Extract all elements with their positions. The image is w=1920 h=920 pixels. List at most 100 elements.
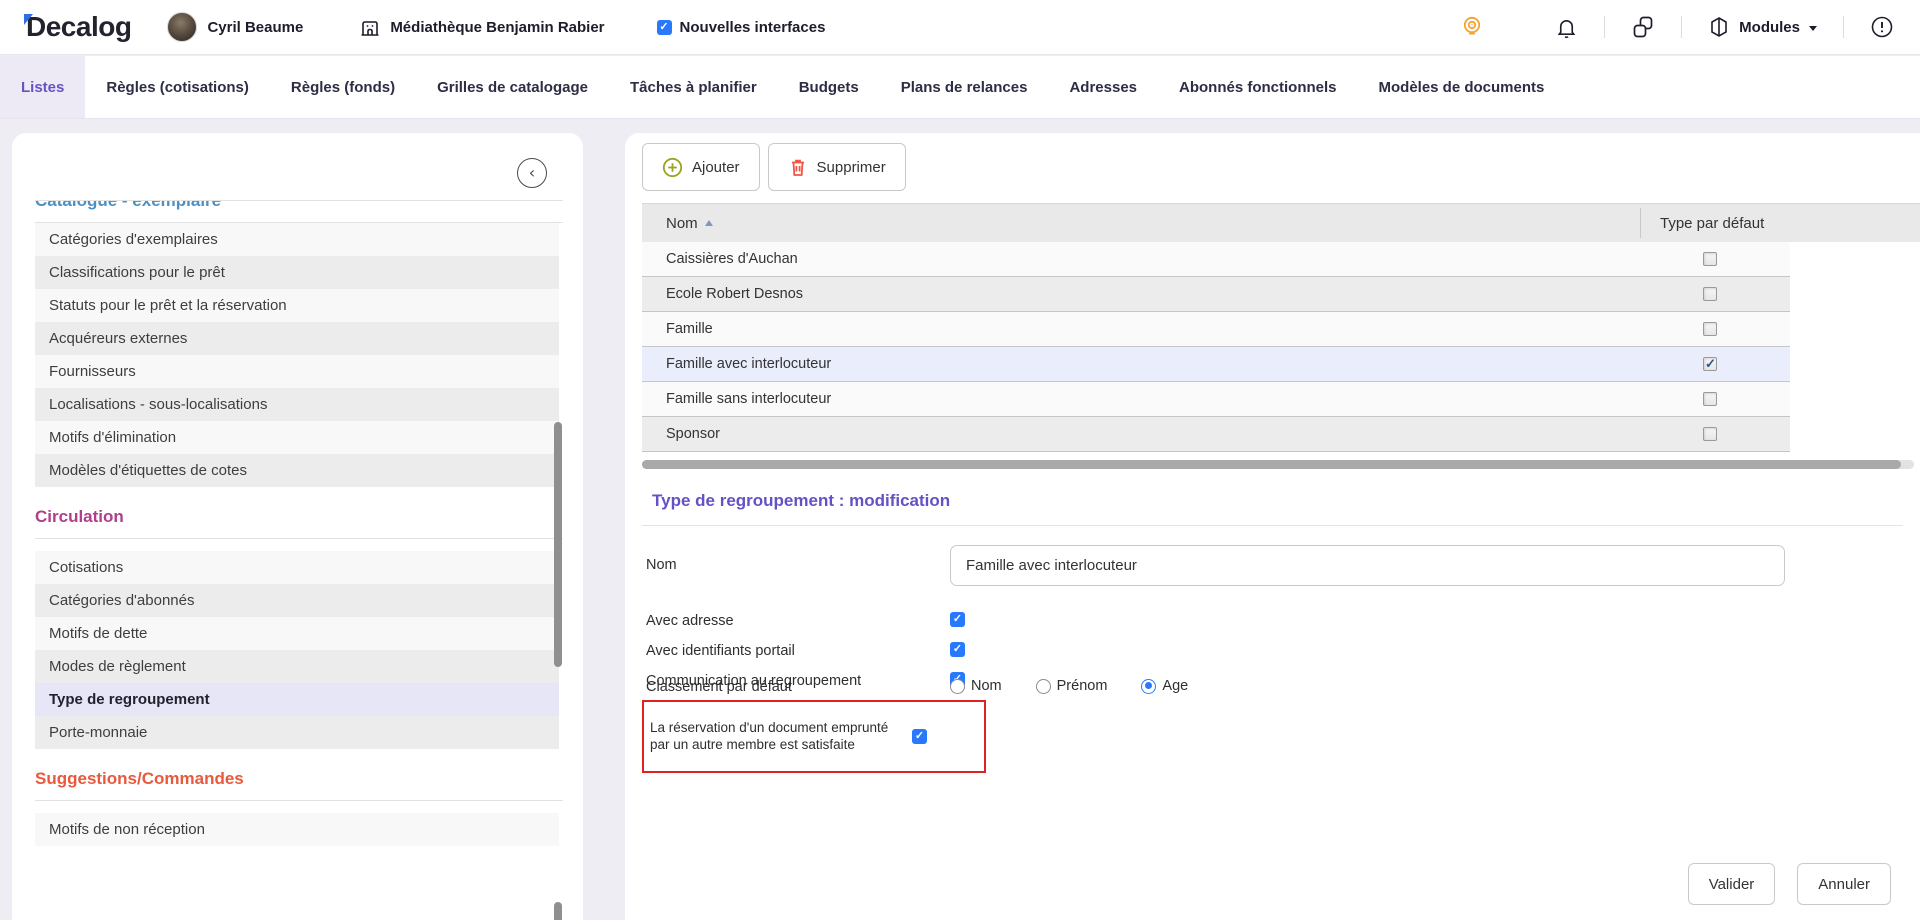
sidebar-item-motifs-elimination[interactable]: Motifs d'élimination — [35, 421, 559, 454]
nom-field-label: Nom — [646, 557, 677, 573]
sidebar-item-categories-exemplaires[interactable]: Catégories d'exemplaires — [35, 223, 559, 256]
table-row[interactable]: Sponsor — [642, 417, 1790, 452]
default-type-checkbox[interactable] — [1703, 252, 1717, 266]
add-button-label: Ajouter — [692, 159, 740, 176]
section-catalogue-exemplaire: Catalogue - exemplaire — [35, 201, 563, 222]
radio-icon-selected — [1141, 679, 1156, 694]
divider — [1843, 16, 1844, 38]
new-interfaces-label: Nouvelles interfaces — [680, 19, 826, 36]
tab-adresses[interactable]: Adresses — [1048, 56, 1158, 118]
sidebar-scrollbar-thumb[interactable] — [554, 422, 562, 667]
sidebar-item-motifs-de-dette[interactable]: Motifs de dette — [35, 617, 559, 650]
radio-option-age[interactable]: Age — [1141, 678, 1188, 694]
top-bar: Decalog Cyril Beaume Médiathèque Benjami… — [0, 0, 1920, 55]
reservation-checkbox[interactable] — [912, 729, 927, 744]
delete-button[interactable]: Supprimer — [768, 143, 906, 191]
library-building-icon — [359, 16, 381, 38]
form-title: Type de regroupement : modification — [652, 491, 950, 511]
sidebar-item-categories-abonnes[interactable]: Catégories d'abonnés — [35, 584, 559, 617]
divider — [642, 525, 1903, 526]
sidebar-item-type-de-regroupement[interactable]: Type de regroupement — [35, 683, 559, 716]
lists-sidebar: ‹ Catalogue - exemplaire Catégories d'ex… — [12, 133, 583, 920]
radio-option-prenom[interactable]: Prénom — [1036, 678, 1108, 694]
cancel-button[interactable]: Annuler — [1797, 863, 1891, 905]
reservation-label: La réservation d'un document emprunté pa… — [644, 720, 912, 753]
horizontal-scrollbar-thumb[interactable] — [642, 460, 1901, 469]
sidebar-collapse-button[interactable]: ‹ — [517, 158, 547, 188]
default-type-checkbox[interactable] — [1703, 392, 1717, 406]
tab-budgets[interactable]: Budgets — [778, 56, 880, 118]
tab-listes[interactable]: Listes — [0, 56, 85, 118]
sidebar-item-porte-monnaie[interactable]: Porte-monnaie — [35, 716, 559, 749]
tab-taches-a-planifier[interactable]: Tâches à planifier — [609, 56, 778, 118]
avec-identifiants-label: Avec identifiants portail — [646, 643, 795, 659]
column-header-nom[interactable]: Nom — [642, 215, 713, 232]
radio-age-label: Age — [1162, 678, 1188, 694]
modules-menu[interactable]: Modules — [1708, 16, 1817, 38]
section-circulation-title: Circulation — [35, 507, 563, 527]
sidebar-item-modeles-etiquettes[interactable]: Modèles d'étiquettes de cotes — [35, 454, 559, 487]
default-type-checkbox[interactable] — [1703, 427, 1717, 441]
divider — [1604, 16, 1605, 38]
sidebar-item-statuts-pret-reservation[interactable]: Statuts pour le prêt et la réservation — [35, 289, 559, 322]
avec-adresse-checkbox[interactable] — [950, 612, 965, 627]
trash-icon — [788, 157, 808, 178]
row-name: Famille — [642, 321, 713, 337]
default-type-checkbox[interactable] — [1703, 287, 1717, 301]
content-area: ‹ Catalogue - exemplaire Catégories d'ex… — [0, 119, 1920, 920]
tab-plans-de-relances[interactable]: Plans de relances — [880, 56, 1049, 118]
tab-regles-fonds[interactable]: Règles (fonds) — [270, 56, 416, 118]
current-user[interactable]: Cyril Beaume — [167, 12, 303, 42]
sidebar-scrollbar-thumb-lower[interactable] — [554, 902, 562, 920]
sidebar-item-motifs-non-reception[interactable]: Motifs de non réception — [35, 813, 559, 846]
row-name: Ecole Robert Desnos — [642, 286, 803, 302]
table-row[interactable]: Ecole Robert Desnos — [642, 277, 1790, 312]
table-row[interactable]: Caissières d'Auchan — [642, 242, 1790, 277]
avec-adresse-label: Avec adresse — [646, 613, 734, 629]
sidebar-item-localisations[interactable]: Localisations - sous-localisations — [35, 388, 559, 421]
info-icon[interactable] — [1870, 15, 1894, 39]
table-row-selected[interactable]: Famille avec interlocuteur — [642, 347, 1790, 382]
default-type-checkbox[interactable] — [1703, 322, 1717, 336]
decalog-app: Decalog Cyril Beaume Médiathèque Benjami… — [0, 0, 1920, 920]
radio-icon — [1036, 679, 1051, 694]
new-interfaces-toggle[interactable]: Nouvelles interfaces — [657, 19, 826, 36]
radio-option-nom[interactable]: Nom — [950, 678, 1002, 694]
logo-accent-wedge — [24, 14, 33, 25]
user-name: Cyril Beaume — [207, 19, 303, 36]
default-type-checkbox[interactable] — [1703, 357, 1717, 371]
column-header-type-par-defaut: Type par défaut — [1660, 215, 1764, 232]
sidebar-item-acquereurs-externes[interactable]: Acquéreurs externes — [35, 322, 559, 355]
tab-abonnes-fonctionnels[interactable]: Abonnés fonctionnels — [1158, 56, 1358, 118]
sidebar-item-classifications-pret[interactable]: Classifications pour le prêt — [35, 256, 559, 289]
logo-text: Decalog — [26, 11, 131, 42]
bell-icon[interactable] — [1555, 16, 1578, 39]
row-name: Caissières d'Auchan — [642, 251, 798, 267]
current-library[interactable]: Médiathèque Benjamin Rabier — [359, 16, 604, 38]
library-name: Médiathèque Benjamin Rabier — [390, 19, 604, 36]
new-interfaces-checkbox[interactable] — [657, 20, 672, 35]
add-button[interactable]: Ajouter — [642, 143, 760, 191]
assistance-icon[interactable] — [1459, 14, 1485, 40]
column-divider — [1640, 208, 1641, 238]
tab-bar: Listes Règles (cotisations) Règles (fond… — [0, 56, 1920, 119]
nom-input[interactable] — [950, 545, 1785, 586]
header-actions: Modules — [1459, 14, 1894, 40]
sidebar-scroll-region: Catalogue - exemplaire Catégories d'exem… — [12, 133, 583, 846]
tab-grilles-catalogage[interactable]: Grilles de catalogage — [416, 56, 609, 118]
tab-modeles-de-documents[interactable]: Modèles de documents — [1358, 56, 1566, 118]
sidebar-item-modes-de-reglement[interactable]: Modes de règlement — [35, 650, 559, 683]
sidebar-item-cotisations[interactable]: Cotisations — [35, 551, 559, 584]
table-row[interactable]: Famille sans interlocuteur — [642, 382, 1790, 417]
chevron-down-icon — [1809, 26, 1817, 31]
modules-cube-icon — [1708, 16, 1730, 38]
links-icon[interactable] — [1631, 15, 1655, 39]
sidebar-item-fournisseurs[interactable]: Fournisseurs — [35, 355, 559, 388]
tab-regles-cotisations[interactable]: Règles (cotisations) — [85, 56, 270, 118]
suggestions-items: Motifs de non réception — [35, 813, 559, 846]
table-row[interactable]: Famille — [642, 312, 1790, 347]
column-nom-label: Nom — [666, 215, 698, 232]
radio-icon — [950, 679, 965, 694]
validate-button[interactable]: Valider — [1688, 863, 1776, 905]
avec-identifiants-checkbox[interactable] — [950, 642, 965, 657]
